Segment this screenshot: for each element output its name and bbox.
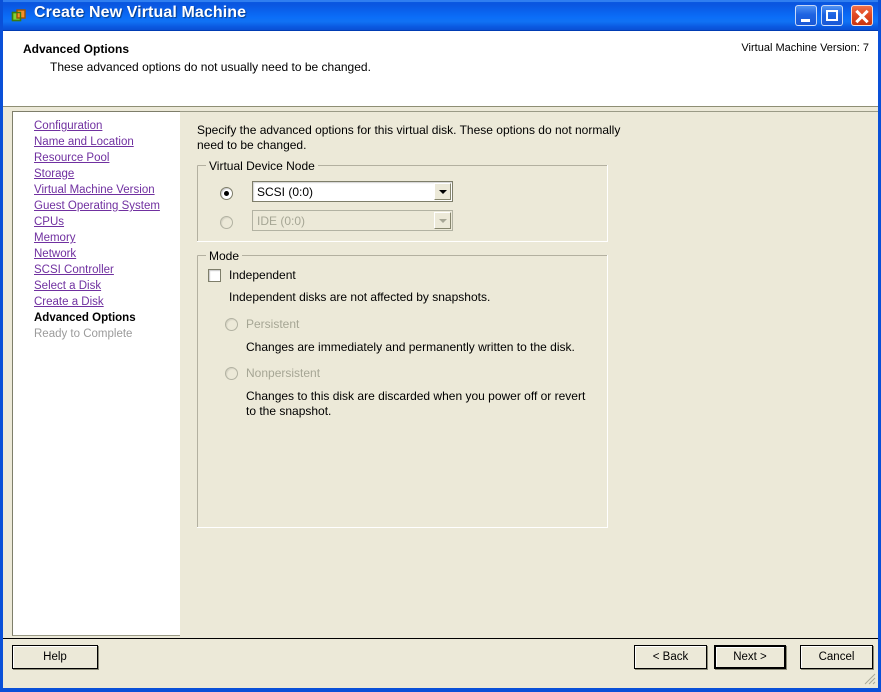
- minimize-icon: [801, 19, 810, 22]
- scsi-node-radio[interactable]: [220, 187, 233, 200]
- maximize-button[interactable]: [821, 5, 843, 26]
- mode-group-title: Mode: [206, 249, 243, 263]
- virtual-device-node-group-title: Virtual Device Node: [206, 159, 318, 173]
- dialog-footer: Help < Back Next > Cancel: [3, 639, 878, 686]
- virtual-device-node-group: Virtual Device Node SCSI (0:0) IDE (0:0): [197, 159, 608, 242]
- independent-checkbox[interactable]: [208, 269, 221, 282]
- minimize-button[interactable]: [795, 5, 817, 26]
- main-content: Specify the advanced options for this vi…: [180, 111, 878, 636]
- chevron-down-icon[interactable]: [434, 183, 451, 200]
- virtual-machine-version-label: Virtual Machine Version: 7: [741, 42, 869, 54]
- next-button[interactable]: Next >: [714, 645, 786, 669]
- sidebar-item-ready-to-complete: Ready to Complete: [34, 328, 133, 340]
- nonpersistent-radio: [225, 367, 238, 380]
- chevron-down-icon-disabled: [434, 212, 451, 229]
- window-title: Create New Virtual Machine: [34, 4, 247, 21]
- mode-group: Mode Independent Independent disks are n…: [197, 249, 608, 528]
- intro-description: Specify the advanced options for this vi…: [197, 123, 621, 152]
- page-subtitle: These advanced options do not usually ne…: [50, 60, 371, 74]
- persistent-description: Changes are immediately and permanently …: [246, 340, 575, 354]
- sidebar-item-select-a-disk[interactable]: Select a Disk: [34, 278, 184, 294]
- persistent-radio: [225, 318, 238, 331]
- resize-grip[interactable]: [862, 671, 876, 685]
- sidebar-item-resource-pool[interactable]: Resource Pool: [34, 150, 184, 166]
- nonpersistent-description: Changes to this disk are discarded when …: [246, 389, 586, 418]
- sidebar-item-storage[interactable]: Storage: [34, 166, 184, 182]
- wizard-steps-list: Configuration Name and Location Resource…: [34, 118, 184, 342]
- ide-node-dropdown: IDE (0:0): [252, 210, 453, 231]
- maximize-icon: [826, 10, 838, 21]
- scsi-node-dropdown[interactable]: SCSI (0:0): [252, 181, 453, 202]
- nonpersistent-label: Nonpersistent: [246, 366, 321, 380]
- sidebar-item-virtual-machine-version[interactable]: Virtual Machine Version: [34, 182, 184, 198]
- vmware-window-icon: [11, 8, 27, 24]
- scsi-node-value: SCSI (0:0): [257, 185, 314, 199]
- sidebar-item-create-a-disk[interactable]: Create a Disk: [34, 294, 184, 310]
- create-new-virtual-machine-dialog: Create New Virtual Machine Advanced Opti…: [0, 0, 881, 692]
- ide-node-radio: [220, 216, 233, 229]
- page-title: Advanced Options: [23, 42, 130, 56]
- sidebar-item-configuration[interactable]: Configuration: [34, 118, 184, 134]
- cancel-button[interactable]: Cancel: [800, 645, 873, 669]
- header-divider: [3, 106, 878, 107]
- persistent-label: Persistent: [246, 317, 300, 331]
- sidebar-item-advanced-options: Advanced Options: [34, 312, 136, 324]
- sidebar-item-memory[interactable]: Memory: [34, 230, 184, 246]
- independent-description: Independent disks are not affected by sn…: [229, 290, 491, 304]
- sidebar-item-network[interactable]: Network: [34, 246, 184, 262]
- sidebar-item-guest-operating-system[interactable]: Guest Operating System: [34, 198, 184, 214]
- wizard-steps-panel: Configuration Name and Location Resource…: [12, 111, 180, 636]
- title-bar: Create New Virtual Machine: [3, 0, 878, 31]
- page-header: Advanced Options These advanced options …: [3, 31, 878, 107]
- independent-label[interactable]: Independent: [229, 268, 296, 282]
- sidebar-item-cpus[interactable]: CPUs: [34, 214, 184, 230]
- back-button[interactable]: < Back: [634, 645, 707, 669]
- help-button[interactable]: Help: [12, 645, 98, 669]
- sidebar-item-name-and-location[interactable]: Name and Location: [34, 134, 184, 150]
- sidebar-item-scsi-controller[interactable]: SCSI Controller: [34, 262, 184, 278]
- close-button[interactable]: [851, 5, 873, 26]
- ide-node-value: IDE (0:0): [257, 214, 306, 228]
